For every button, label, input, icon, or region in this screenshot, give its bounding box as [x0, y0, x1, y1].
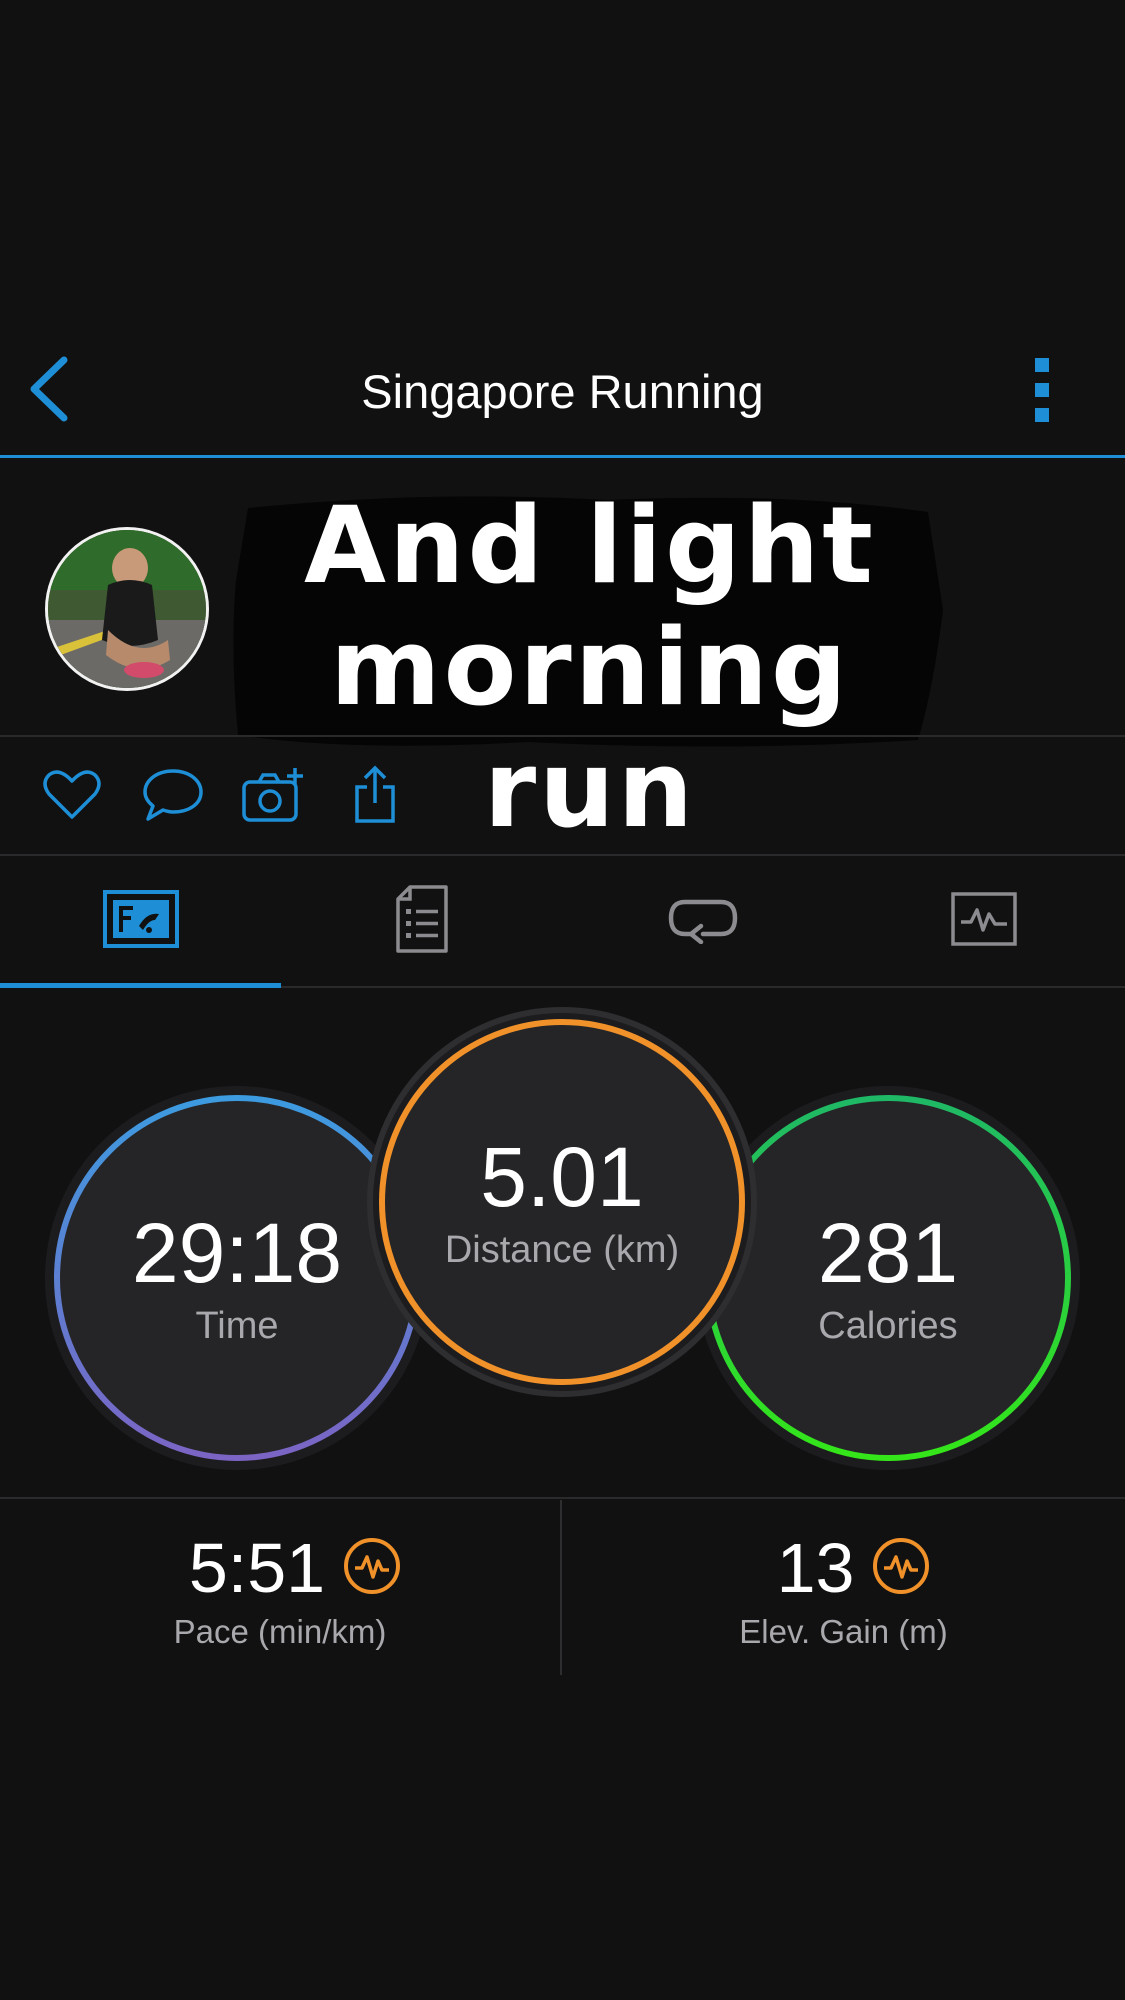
active-tab-indicator [0, 983, 281, 988]
runner-photo-icon [48, 530, 206, 688]
tab-details[interactable] [281, 862, 562, 980]
page-title: Singapore Running [361, 365, 764, 418]
pace-metric[interactable]: 5:51 Pace (min/km) [0, 1520, 560, 1670]
heart-icon [43, 769, 101, 826]
chart-icon [950, 891, 1017, 951]
distance-stat[interactable]: 5.01 Distance (km) [382, 1022, 742, 1382]
tab-overview[interactable] [0, 862, 281, 980]
time-stat[interactable]: 29:18 Time [57, 1098, 417, 1458]
overview-icon [102, 889, 179, 953]
header-divider [0, 455, 1125, 458]
tab-laps[interactable] [562, 862, 843, 980]
calories-stat[interactable]: 281 Calories [708, 1098, 1068, 1458]
like-button[interactable] [40, 765, 104, 829]
share-icon [351, 765, 399, 830]
tab-charts[interactable] [843, 862, 1124, 980]
details-icon [395, 884, 448, 958]
pace-label: Pace (min/km) [173, 1613, 387, 1650]
divider [0, 854, 1125, 856]
divider [0, 1497, 1125, 1499]
add-photo-icon [241, 766, 305, 829]
elevation-label: Elev. Gain (m) [739, 1613, 948, 1650]
pulse-badge-icon [343, 1537, 401, 1600]
time-value: 29:18 [131, 1206, 343, 1300]
calories-label: Calories [818, 1305, 958, 1347]
avatar[interactable] [45, 527, 209, 691]
laps-icon [667, 894, 739, 949]
divider [0, 735, 1125, 737]
calories-value: 281 [817, 1206, 959, 1300]
pace-value: 5:51 [188, 1529, 326, 1607]
elevation-metric[interactable]: 13 Elev. Gain (m) [562, 1520, 1125, 1670]
add-photo-button[interactable] [241, 765, 305, 829]
time-label: Time [195, 1305, 279, 1347]
comment-button[interactable] [141, 765, 205, 829]
more-options-button[interactable] [1020, 352, 1064, 432]
share-button[interactable] [343, 765, 407, 829]
more-vertical-icon [1034, 357, 1050, 427]
distance-value: 5.01 [480, 1130, 644, 1224]
distance-label: Distance (km) [444, 1229, 680, 1271]
comment-icon [142, 767, 204, 828]
pulse-badge-icon [872, 1537, 930, 1600]
elevation-value: 13 [776, 1529, 855, 1607]
